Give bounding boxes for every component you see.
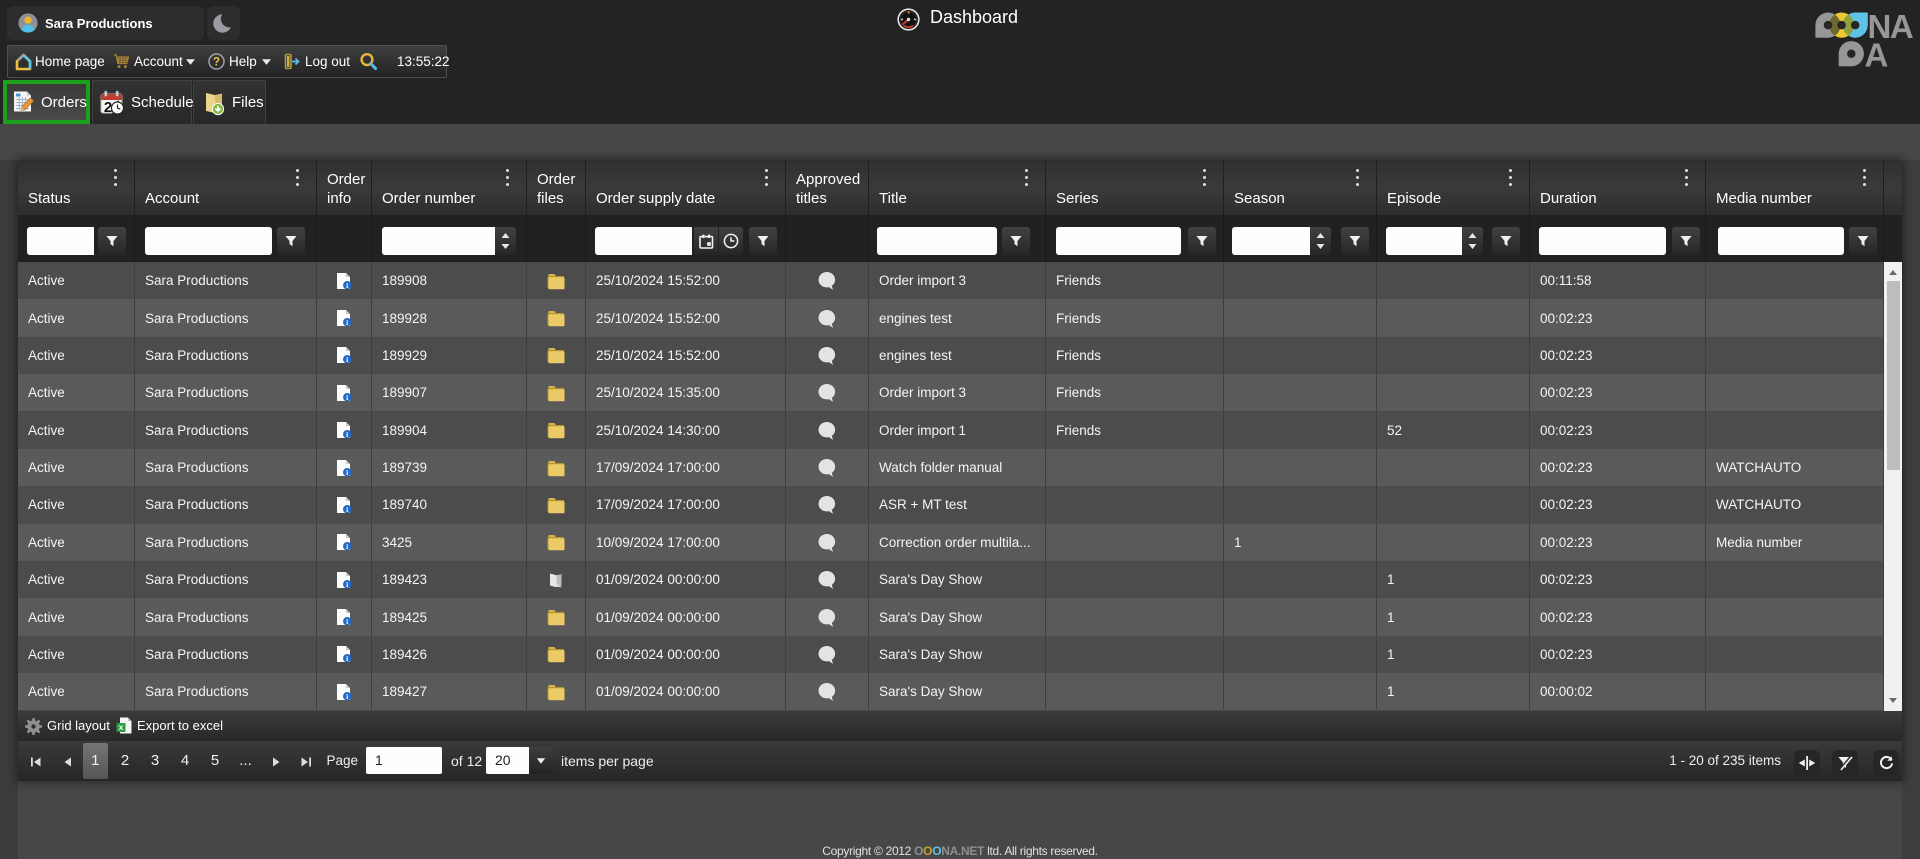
svg-text:i: i [346,281,348,290]
svg-text:?: ? [213,57,220,69]
svg-text:i: i [346,542,348,551]
svg-text:i: i [346,654,348,663]
svg-text:i: i [346,393,348,402]
svg-text:i: i [346,355,348,364]
svg-text:i: i [346,692,348,701]
svg-text:i: i [346,467,348,476]
svg-text:A: A [1865,36,1889,70]
svg-text:i: i [346,318,348,327]
svg-text:i: i [346,505,348,514]
svg-text:i: i [346,617,348,626]
svg-text:i: i [346,430,348,439]
svg-text:x: x [119,722,124,732]
svg-text:i: i [346,580,348,589]
